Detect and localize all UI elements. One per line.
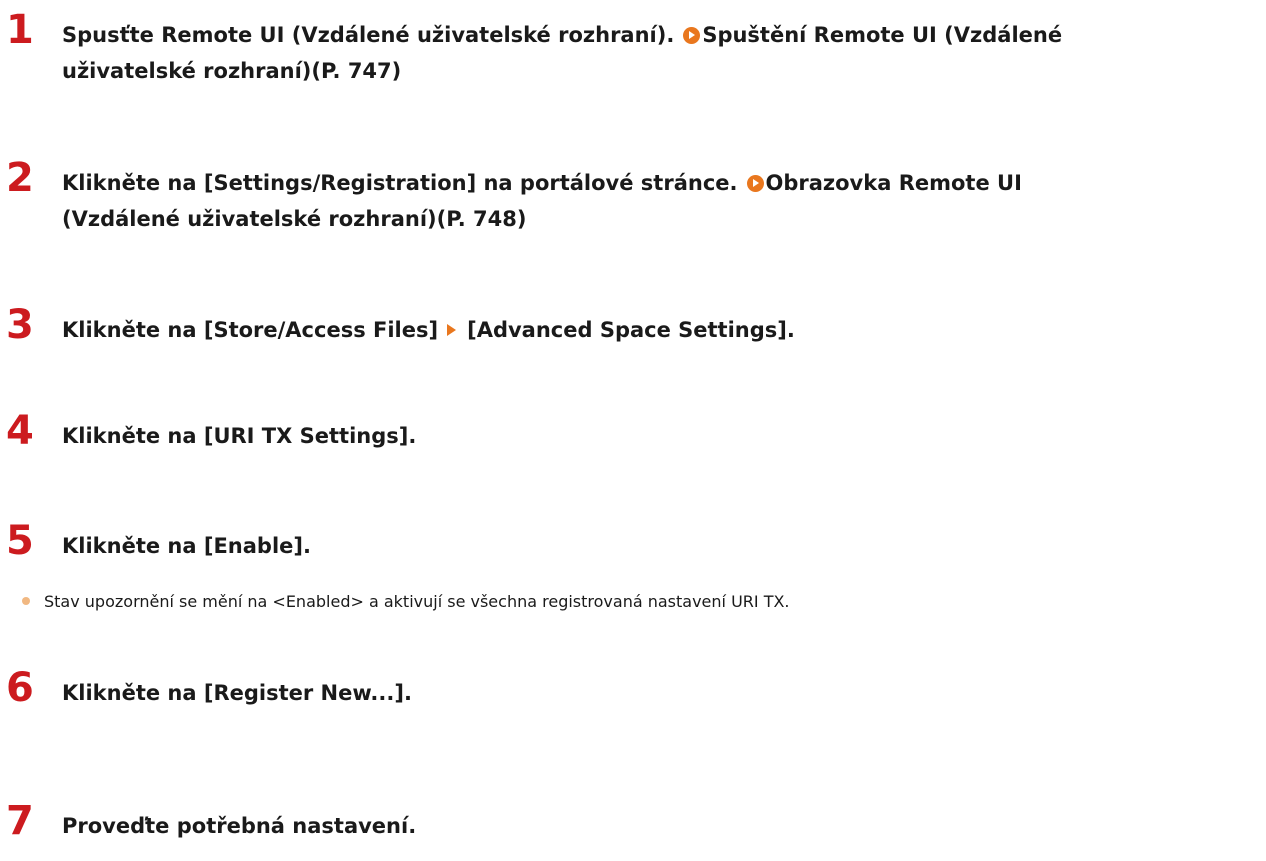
step-instruction: Klikněte na [Enable]. bbox=[62, 528, 1257, 564]
step-link[interactable]: Obrazovka Remote UI bbox=[766, 171, 1022, 195]
step-number: 6 bbox=[6, 665, 34, 711]
menu-arrow-icon bbox=[447, 324, 457, 336]
step-number: 3 bbox=[6, 302, 34, 348]
bullet-dot-icon bbox=[22, 597, 30, 605]
step-number: 1 bbox=[6, 7, 34, 53]
step-instruction: Klikněte na [Settings/Registration] na p… bbox=[62, 165, 1257, 237]
step-link-continued[interactable]: (Vzdálené uživatelské rozhraní)(P. 748) bbox=[62, 207, 526, 231]
step-instruction: Proveďte potřebná nastavení. bbox=[62, 808, 1257, 844]
step-number: 7 bbox=[6, 798, 34, 844]
step-text: Klikněte na [Enable]. bbox=[62, 534, 311, 558]
step-text: Klikněte na [URI TX Settings]. bbox=[62, 424, 417, 448]
step-text: Klikněte na [Register New...]. bbox=[62, 681, 412, 705]
step-instruction: Klikněte na [Register New...]. bbox=[62, 675, 1257, 711]
step-5-note: Stav upozornění se mění na <Enabled> a a… bbox=[22, 589, 1252, 615]
step-instruction: Spusťte Remote UI (Vzdálené uživatelské … bbox=[62, 17, 1257, 89]
step-link[interactable]: Spuštění Remote UI (Vzdálené bbox=[702, 23, 1062, 47]
step-instruction: Klikněte na [Store/Access Files] [Advance… bbox=[62, 312, 1257, 348]
step-text: Proveďte potřebná nastavení. bbox=[62, 814, 417, 838]
link-arrow-icon bbox=[683, 27, 701, 44]
step-number: 5 bbox=[6, 518, 34, 564]
step-text: Klikněte na [Settings/Registration] na p… bbox=[62, 171, 738, 195]
note-text: Stav upozornění se mění na <Enabled> a a… bbox=[44, 592, 790, 611]
step-text-after: [Advanced Space Settings]. bbox=[467, 318, 795, 342]
step-instruction: Klikněte na [URI TX Settings]. bbox=[62, 418, 1257, 454]
link-arrow-icon bbox=[746, 175, 764, 192]
step-text-before: Klikněte na [Store/Access Files] bbox=[62, 318, 439, 342]
step-number: 4 bbox=[6, 408, 34, 454]
step-text: Spusťte Remote UI (Vzdálené uživatelské … bbox=[62, 23, 675, 47]
step-number: 2 bbox=[6, 155, 34, 201]
manual-page: 1 Spusťte Remote UI (Vzdálené uživatelsk… bbox=[0, 0, 1266, 861]
step-link-continued[interactable]: uživatelské rozhraní)(P. 747) bbox=[62, 59, 401, 83]
